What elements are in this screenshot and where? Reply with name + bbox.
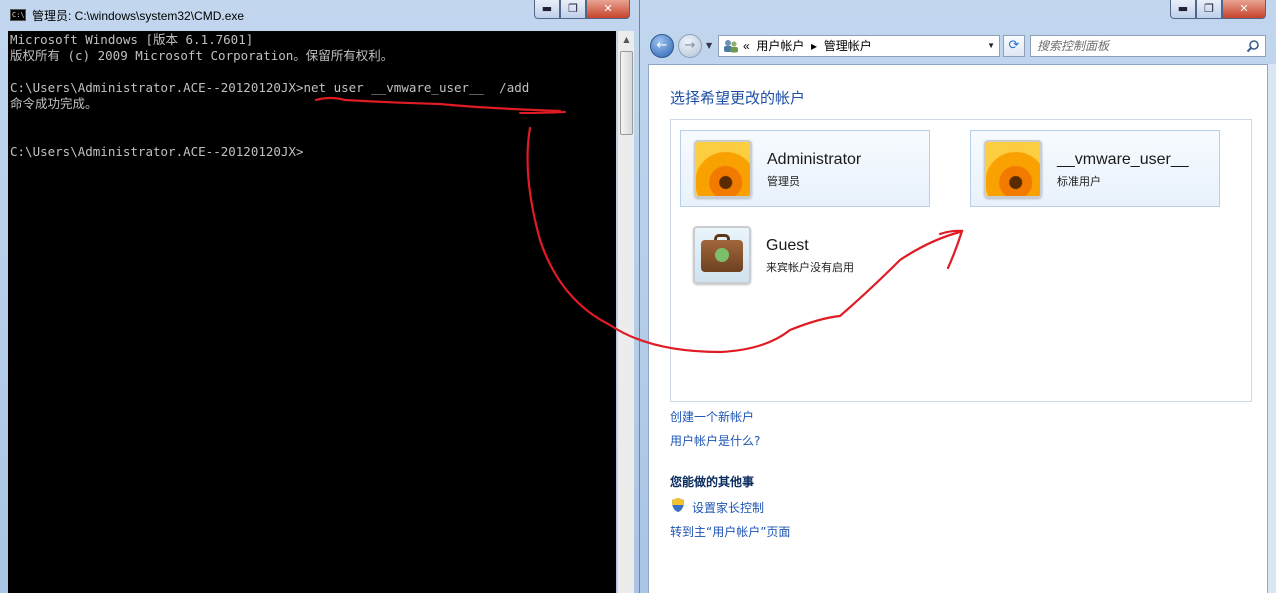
flower-avatar-icon: [694, 140, 752, 198]
account-name: Guest: [766, 237, 809, 254]
console-line: 命令成功完成。: [10, 96, 98, 111]
refresh-button[interactable]: ⟳: [1003, 35, 1025, 57]
create-account-link[interactable]: 创建一个新帐户: [670, 408, 754, 425]
cp-window-border: [1268, 64, 1276, 593]
uac-shield-icon: [672, 498, 684, 512]
cmd-console[interactable]: Microsoft Windows [版本 6.1.7601] 版权所有 (c)…: [8, 31, 616, 593]
cp-maximize-button[interactable]: ❐: [1196, 0, 1222, 19]
account-tile-administrator[interactable]: Administrator 管理员: [680, 130, 930, 207]
breadcrumb-dropdown-icon[interactable]: ▼: [987, 36, 995, 56]
account-role: 标准用户: [1057, 175, 1101, 188]
cmd-scrollbar[interactable]: ▲: [617, 31, 634, 593]
search-icon[interactable]: [1246, 39, 1260, 53]
cmd-maximize-button[interactable]: ❐: [560, 0, 586, 19]
address-bar: ← → ▼ « 用户帐户 ▸ 管理帐户 ▼ ⟳: [648, 31, 1268, 61]
page-title: 选择希望更改的帐户: [670, 89, 806, 107]
cmd-app-icon: C:\.: [10, 9, 29, 21]
cmd-close-button[interactable]: ✕: [586, 0, 630, 19]
cp-close-button[interactable]: ✕: [1222, 0, 1266, 19]
account-name: Administrator: [767, 151, 862, 168]
console-line: C:\Users\Administrator.ACE--20120120JX>n…: [10, 80, 530, 95]
other-tasks-heading: 您能做的其他事: [670, 475, 755, 489]
accounts-list: Administrator 管理员 __vmware_user__ 标准用户 G…: [670, 119, 1252, 402]
parental-controls-link[interactable]: 设置家长控制: [692, 499, 764, 516]
breadcrumb-path[interactable]: « 用户帐户 ▸ 管理帐户: [743, 36, 872, 56]
console-line: 版权所有 (c) 2009 Microsoft Corporation。保留所有…: [10, 48, 394, 63]
manage-accounts-panel: 选择希望更改的帐户 Administrator 管理员 __vmware_use…: [648, 64, 1268, 593]
users-icon: [724, 40, 738, 53]
account-tile-guest[interactable]: Guest 来宾帐户没有启用: [680, 217, 930, 294]
cmd-window-title: 管理员: C:\windows\system32\CMD.exe: [32, 9, 245, 23]
cp-minimize-button[interactable]: ▬: [1170, 0, 1196, 19]
cmd-minimize-button[interactable]: ▬: [534, 0, 560, 19]
cmd-window: C:\. 管理员: C:\windows\system32\CMD.exe ▬ …: [0, 0, 640, 593]
recent-pages-dropdown-icon[interactable]: ▼: [706, 41, 712, 50]
go-main-user-accounts-link[interactable]: 转到主“用户帐户”页面: [670, 523, 790, 540]
account-role: 管理员: [767, 175, 800, 188]
breadcrumb[interactable]: « 用户帐户 ▸ 管理帐户 ▼: [718, 35, 1000, 57]
search-input[interactable]: [1037, 38, 1237, 54]
flower-avatar-icon: [984, 140, 1042, 198]
account-role: 来宾帐户没有启用: [766, 261, 854, 274]
cmd-scrollbar-thumb[interactable]: [620, 51, 633, 135]
console-prompt-line: C:\Users\Administrator.ACE--20120120JX>: [10, 144, 304, 159]
cmd-titlebar[interactable]: C:\. 管理员: C:\windows\system32\CMD.exe ▬ …: [0, 0, 640, 31]
account-name: __vmware_user__: [1057, 151, 1189, 168]
what-is-account-link[interactable]: 用户帐户是什么?: [670, 432, 760, 449]
back-button[interactable]: ←: [650, 34, 674, 58]
control-panel-window: ▬ ❐ ✕ ← → ▼ « 用户帐户 ▸ 管理帐户 ▼ ⟳ 选择希望: [640, 0, 1276, 593]
search-box[interactable]: [1030, 35, 1266, 57]
console-line: Microsoft Windows [版本 6.1.7601]: [10, 32, 254, 47]
suitcase-avatar-icon: [693, 226, 751, 284]
forward-button[interactable]: →: [678, 34, 702, 58]
account-tile-vmware-user[interactable]: __vmware_user__ 标准用户: [970, 130, 1220, 207]
scroll-up-arrow-icon[interactable]: ▲: [618, 31, 635, 48]
